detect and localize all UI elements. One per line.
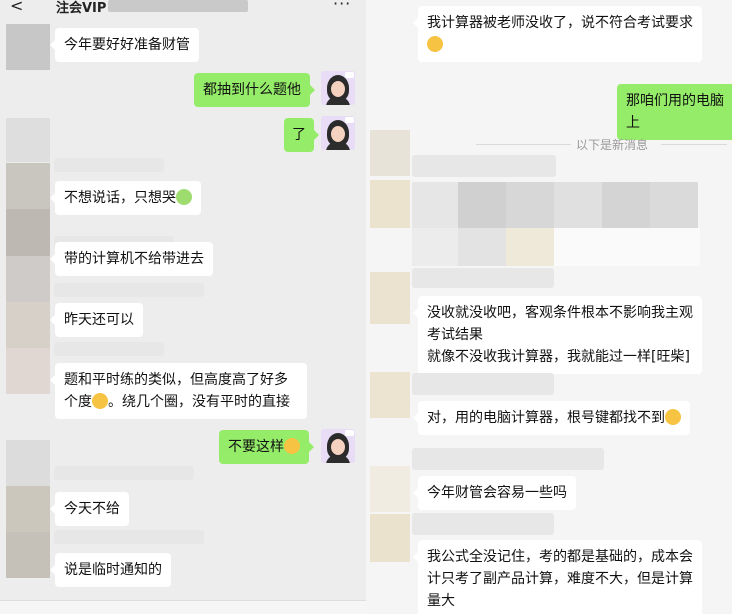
my-avatar[interactable] — [321, 116, 355, 150]
message-bubble[interactable]: 那咱们用的电脑上 — [617, 84, 732, 140]
right-chat-panel[interactable]: 我计算器被老师没收了，说不符合考试要求 那咱们用的电脑上 以下是新消息 没收就没… — [366, 0, 732, 614]
message-bubble[interactable]: 了 — [284, 118, 319, 152]
message-bubble[interactable]: 没收就没收吧，客观条件根本不影响我主观 考试结果 就像不没收我计算器，我就能过一… — [413, 296, 702, 374]
avatar[interactable] — [6, 486, 50, 532]
new-messages-divider: 以下是新消息 — [576, 138, 649, 152]
facepalm-emoji-icon — [427, 36, 443, 52]
divider-line — [661, 144, 727, 145]
image-tile[interactable] — [506, 182, 554, 228]
sender-name-blur — [54, 283, 204, 297]
avatar[interactable] — [6, 440, 50, 486]
divider-line — [476, 144, 571, 145]
sender-name-blur — [54, 342, 164, 356]
left-chat-panel[interactable]: < 注会VIP ··· 今年要好好准备财管 都抽到什么题他 了 不想说话，只想哭… — [0, 0, 366, 614]
avatar[interactable] — [6, 209, 50, 256]
avatar[interactable] — [6, 256, 50, 302]
image-tile[interactable] — [412, 228, 458, 266]
message-bubble[interactable]: 我计算器被老师没收了，说不符合考试要求 — [413, 6, 702, 62]
crying-emoji-icon — [176, 189, 192, 205]
avatar[interactable] — [370, 130, 410, 176]
laughing-emoji-icon — [92, 393, 108, 409]
sender-name-blur — [412, 268, 554, 288]
screenshot-canvas: < 注会VIP ··· 今年要好好准备财管 都抽到什么题他 了 不想说话，只想哭… — [0, 0, 732, 614]
sender-name-blur — [412, 448, 604, 470]
image-tile[interactable] — [412, 182, 458, 228]
image-tile[interactable] — [554, 182, 602, 228]
more-icon[interactable]: ··· — [333, 0, 351, 13]
sender-name-blur — [412, 155, 556, 177]
sender-name-blur — [54, 158, 164, 172]
message-bubble[interactable]: 不想说话，只想哭 — [50, 181, 201, 215]
sender-name-blur — [412, 373, 554, 395]
image-tile[interactable] — [458, 182, 506, 228]
message-bubble[interactable]: 不要这样 — [219, 430, 314, 464]
title-blur — [108, 0, 248, 12]
image-tile[interactable] — [458, 228, 506, 266]
facepalm-emoji-icon — [284, 438, 300, 454]
back-icon[interactable]: < — [10, 0, 23, 15]
input-toolbar[interactable] — [0, 600, 366, 614]
avatar[interactable] — [370, 372, 410, 418]
sender-name-blur — [54, 530, 204, 544]
avatar[interactable] — [6, 163, 50, 209]
avatar[interactable] — [6, 118, 50, 162]
message-bubble[interactable]: 今天不给 — [50, 492, 129, 526]
sender-name-blur — [412, 513, 554, 535]
message-text: 。绕几个圈，没有平时的直接 — [108, 394, 290, 410]
chat-header: < 注会VIP ··· — [0, 0, 366, 16]
message-bubble[interactable]: 说是临时通知的 — [50, 553, 171, 587]
my-avatar[interactable] — [321, 71, 355, 105]
chat-title: 注会VIP — [56, 1, 107, 16]
avatar[interactable] — [6, 348, 50, 394]
facepalm-emoji-icon — [665, 409, 681, 425]
image-tile[interactable] — [554, 228, 700, 266]
image-tile[interactable] — [506, 228, 554, 266]
avatar[interactable] — [6, 532, 50, 578]
avatar[interactable] — [370, 514, 410, 562]
message-bubble[interactable]: 题和平时练的类似，但高度高了好多 个度 。绕几个圈，没有平时的直接 — [50, 363, 307, 419]
message-bubble[interactable]: 对，用的电脑计算器，根号键都找不到 — [413, 401, 690, 435]
image-tile[interactable] — [650, 182, 698, 228]
message-bubble[interactable]: 带的计算机不给带进去 — [50, 242, 213, 276]
message-text: 不要这样 — [228, 439, 284, 455]
message-text: 对，用的电脑计算器，根号键都找不到 — [427, 410, 665, 426]
avatar[interactable] — [6, 24, 50, 70]
message-bubble[interactable]: 今年要好好准备财管 — [50, 28, 199, 62]
message-text: 我计算器被老师没收了，说不符合考试要求 — [427, 15, 693, 31]
message-bubble[interactable]: 昨天还可以 — [50, 303, 143, 337]
message-bubble[interactable]: 都抽到什么题他 — [194, 73, 315, 107]
avatar[interactable] — [370, 272, 410, 324]
message-bubble[interactable]: 今年财管会容易一些吗 — [413, 476, 576, 510]
avatar[interactable] — [370, 180, 410, 228]
sender-name-blur — [54, 466, 194, 480]
message-bubble[interactable]: 我公式全没记住，考的都是基础的，成本会 计只考了副产品计算，难度不大，但是计算 … — [413, 540, 702, 614]
my-avatar[interactable] — [321, 429, 355, 463]
avatar[interactable] — [6, 302, 50, 348]
avatar[interactable] — [370, 466, 410, 512]
image-tile[interactable] — [602, 182, 650, 228]
message-text: 不想说话，只想哭 — [64, 190, 176, 206]
